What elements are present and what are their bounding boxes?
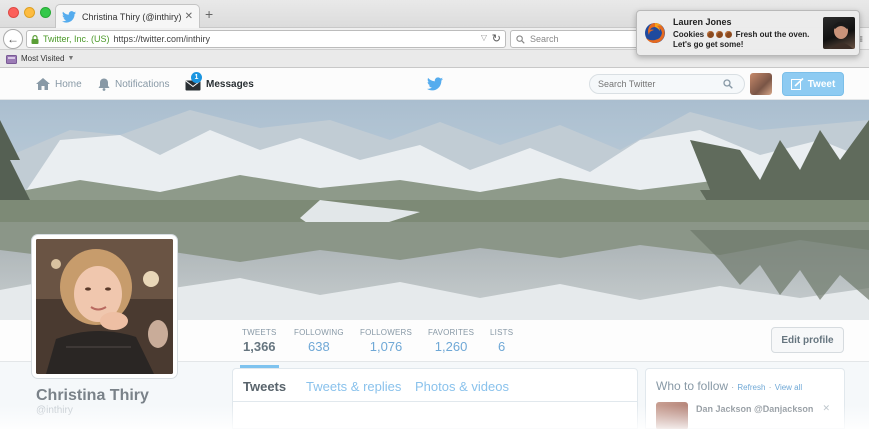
who-to-follow-header: Who to follow · Refresh · View all [656, 379, 802, 393]
timeline-card: Tweets Tweets & replies Photos & videos [232, 368, 638, 429]
sender-photo-icon [831, 21, 853, 49]
stat-followers-value: 1,076 [369, 339, 403, 354]
minimize-window-button[interactable] [24, 7, 35, 18]
notification-message-line2: Let's go get some! [673, 40, 744, 49]
who-to-follow-title: Who to follow [656, 379, 729, 393]
back-arrow-icon: ← [7, 32, 19, 46]
stat-favorites-label: FAVORITES [428, 328, 475, 337]
compose-tweet-button[interactable]: Tweet [782, 72, 844, 96]
twitter-logo-icon[interactable] [427, 77, 443, 91]
stat-lists-value: 6 [498, 339, 506, 354]
nav-home[interactable]: Home [36, 68, 82, 100]
zoom-window-button[interactable] [40, 7, 51, 18]
stat-tweets-label: TWEETS [242, 328, 277, 337]
stat-tweets-value: 1,366 [243, 339, 276, 354]
nav-notifications-label: Notifications [115, 78, 170, 90]
cookie-icon [707, 31, 715, 38]
browser-tab[interactable]: Christina Thiry (@inthiry) | T... ✕ [55, 4, 200, 28]
who-to-follow-separator: · [731, 383, 735, 392]
user-avatar-small[interactable] [750, 73, 772, 95]
stat-followers[interactable]: FOLLOWERS 1,076 [360, 328, 412, 354]
stat-tweets[interactable]: TWEETS 1,366 [240, 328, 279, 368]
stat-lists-label: LISTS [490, 328, 514, 337]
nav-messages[interactable]: 1 Messages [185, 68, 254, 100]
cookie-icon [725, 31, 733, 38]
bookmarks-folder-icon [6, 54, 17, 64]
close-window-button[interactable] [8, 7, 19, 18]
stat-following-value: 638 [308, 339, 330, 354]
tab-close-icon[interactable]: ✕ [185, 11, 193, 22]
most-visited-bookmark[interactable]: Most Visited [21, 54, 64, 63]
stat-followers-label: FOLLOWERS [360, 328, 413, 337]
twitter-search-input[interactable] [589, 74, 745, 94]
notification-message-prefix: Cookies [673, 30, 705, 39]
home-icon [36, 78, 50, 90]
lock-icon [31, 34, 39, 44]
tab-title: Christina Thiry (@inthiry) | T... [82, 11, 181, 22]
new-tab-icon[interactable]: + [205, 6, 213, 22]
notification-sender: Lauren Jones [673, 17, 732, 27]
stat-lists[interactable]: LISTS 6 [490, 328, 513, 354]
tab-tweets[interactable]: Tweets [243, 379, 286, 394]
view-all-link[interactable]: View all [775, 383, 802, 392]
search-icon [516, 34, 525, 44]
timeline-divider [233, 401, 637, 402]
tweet-button-label: Tweet [807, 78, 836, 90]
profile-name: Christina Thiry [36, 387, 149, 404]
url-text: https://twitter.com/inthiry [113, 34, 211, 44]
profile-handle[interactable]: @inthiry [36, 405, 73, 416]
url-bar[interactable]: Twitter, Inc. (US) https://twitter.com/i… [26, 30, 506, 48]
notification-message-line1: Cookies Fresh out the oven. [673, 30, 809, 39]
firefox-icon [645, 23, 665, 43]
url-history-dropdown-icon[interactable]: ▽ [481, 33, 487, 42]
stat-following-label: FOLLOWING [294, 328, 344, 337]
tab-photos-and-videos[interactable]: Photos & videos [415, 379, 509, 394]
notification-message-suffix: Fresh out the oven. [735, 30, 810, 39]
suggestion-name[interactable]: Dan Jackson @Danjackson [696, 404, 813, 414]
stat-following[interactable]: FOLLOWING 638 [294, 328, 344, 354]
notification-toast[interactable]: Lauren Jones Cookies Fresh out the oven.… [636, 10, 860, 56]
browser-window: Christina Thiry (@inthiry) | T... ✕ + ← … [0, 0, 869, 429]
profile-avatar[interactable] [32, 235, 177, 378]
nav-messages-label: Messages [206, 78, 254, 90]
stat-favorites[interactable]: FAVORITES 1,260 [428, 328, 474, 354]
reload-icon[interactable]: ↻ [492, 32, 501, 45]
browser-search-placeholder: Search [530, 34, 559, 44]
nav-notifications[interactable]: Notifications [98, 68, 169, 100]
dismiss-icon[interactable]: ✕ [822, 403, 830, 414]
chevron-down-icon[interactable]: ▼ [67, 55, 74, 62]
cookie-icon [716, 31, 724, 38]
edit-profile-button[interactable]: Edit profile [771, 327, 844, 353]
suggestion-avatar[interactable] [656, 402, 688, 429]
twitter-top-bar: Home Notifications 1 Messages Tweet [0, 68, 869, 100]
compose-icon [790, 78, 804, 90]
bell-icon [98, 78, 110, 91]
back-button[interactable]: ← [3, 29, 23, 49]
browser-search-input[interactable]: Search [510, 30, 640, 48]
who-to-follow-card: Who to follow · Refresh · View all Dan J… [645, 368, 845, 429]
who-to-follow-separator: · [768, 383, 772, 392]
tab-tweets-and-replies[interactable]: Tweets & replies [306, 379, 401, 394]
url-organization: Twitter, Inc. (US) [43, 34, 110, 44]
search-icon[interactable] [723, 79, 733, 89]
nav-home-label: Home [55, 78, 82, 90]
stat-favorites-value: 1,260 [434, 339, 468, 354]
sender-avatar [823, 17, 855, 49]
refresh-link[interactable]: Refresh [737, 383, 765, 392]
messages-badge: 1 [191, 72, 202, 83]
twitter-bird-icon [62, 10, 76, 23]
